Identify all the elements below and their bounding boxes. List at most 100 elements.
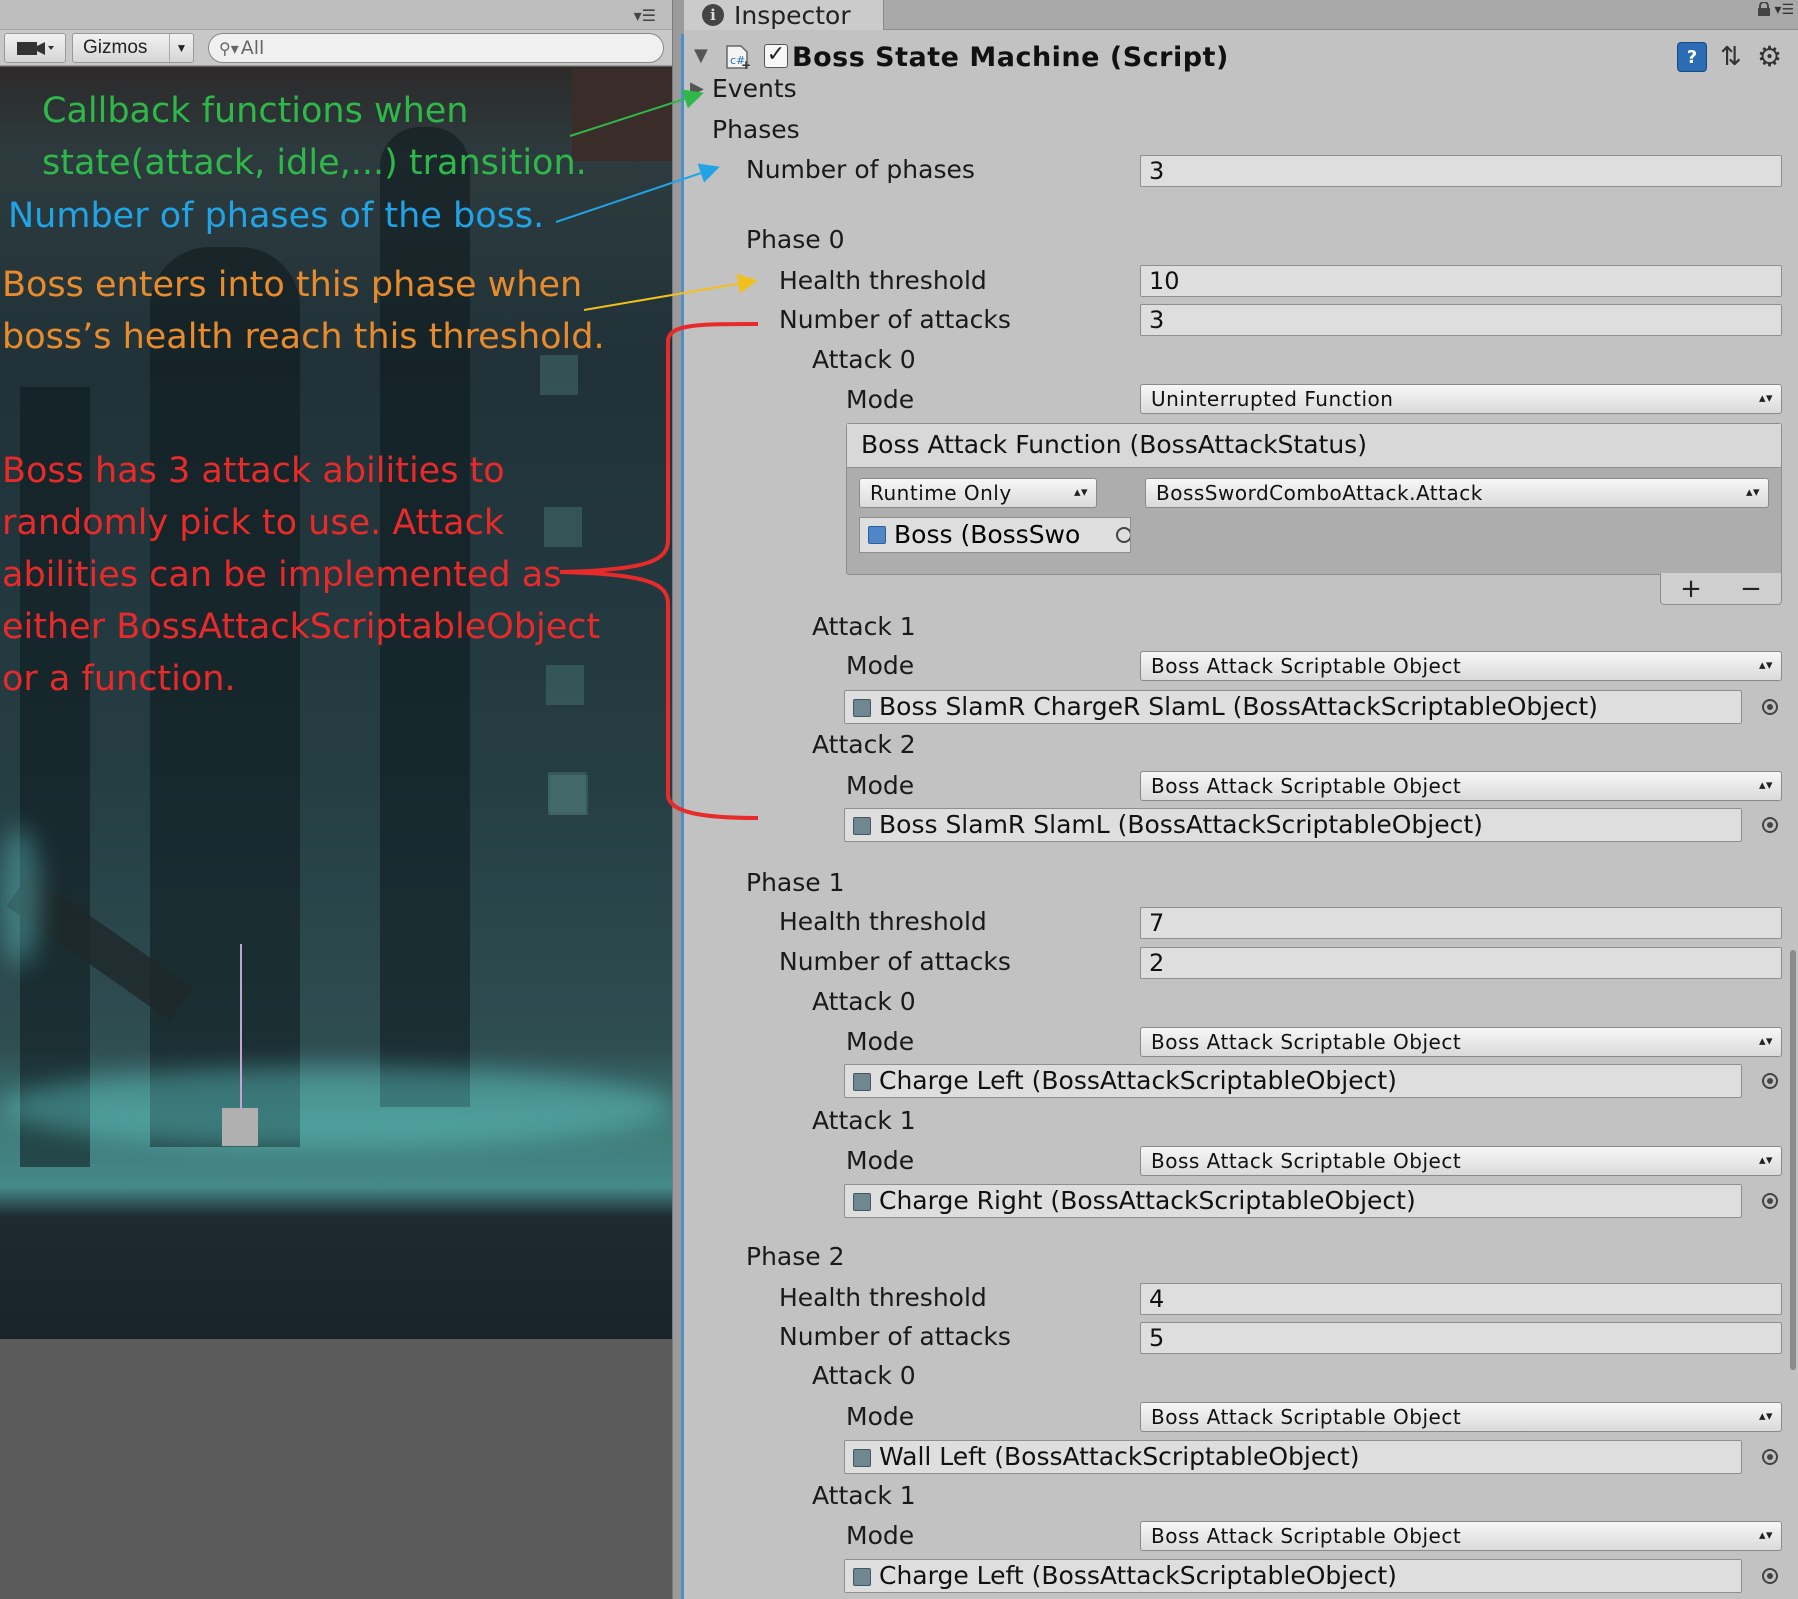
help-icon[interactable]: ? xyxy=(1677,42,1707,72)
events-foldout[interactable]: Events xyxy=(712,74,797,104)
attack-object-field[interactable]: Charge Right (BossAttackScriptableObject… xyxy=(844,1184,1742,1218)
attack-object-field[interactable]: Charge Left (BossAttackScriptableObject) xyxy=(844,1559,1742,1593)
updown-arrow-icon: ▴▾ xyxy=(1745,485,1760,500)
number-of-attacks-label: Number of attacks xyxy=(779,305,1011,334)
chevron-down-icon[interactable]: ▼ xyxy=(169,34,193,62)
mode-dropdown[interactable]: Boss Attack Scriptable Object ▴▾ xyxy=(1140,651,1782,681)
script-icon: c# + xyxy=(726,45,751,70)
mode-label: Mode xyxy=(846,1027,915,1056)
inspector-scrollbar[interactable] xyxy=(1790,950,1796,1370)
remove-listener-button[interactable]: − xyxy=(1740,574,1762,604)
mode-value: Boss Attack Scriptable Object xyxy=(1151,654,1462,678)
number-of-attacks-field[interactable]: 3 xyxy=(1140,304,1782,336)
mode-label: Mode xyxy=(846,385,915,414)
attack-0-label: Attack 0 xyxy=(812,987,916,1016)
component-title: Boss State Machine (Script) xyxy=(792,42,1229,73)
menu-icon[interactable]: ▾☰ xyxy=(1774,2,1794,18)
preset-icon[interactable]: ⇅ xyxy=(1720,42,1742,72)
health-threshold-field[interactable]: 4 xyxy=(1140,1283,1782,1315)
object-picker-icon[interactable] xyxy=(1762,1568,1778,1584)
health-threshold-label: Health threshold xyxy=(779,266,987,295)
tab-inspector[interactable]: i Inspector xyxy=(684,0,884,30)
inspector-tab-bar: i Inspector ▾☰ xyxy=(684,0,1798,30)
attack-object-field[interactable]: Wall Left (BossAttackScriptableObject) xyxy=(844,1440,1742,1474)
annotation-line: abilities can be implemented as xyxy=(2,555,562,595)
menu-icon[interactable]: ▾☰ xyxy=(634,6,656,25)
annotation-line: Boss has 3 attack abilities to xyxy=(2,451,505,491)
camera-button[interactable] xyxy=(4,33,66,63)
attack-object-field[interactable]: Boss SlamR SlamL (BossAttackScriptableOb… xyxy=(844,808,1742,842)
attack-object-value: Boss SlamR SlamL (BossAttackScriptableOb… xyxy=(879,810,1483,839)
updown-arrow-icon: ▴▾ xyxy=(1758,1409,1773,1424)
object-picker-icon[interactable] xyxy=(1116,527,1130,543)
health-threshold-field[interactable]: 10 xyxy=(1140,265,1782,297)
attack-1-label: Attack 1 xyxy=(812,1106,916,1135)
object-picker-icon[interactable] xyxy=(1762,1073,1778,1089)
unity-event-box: Boss Attack Function (BossAttackStatus) … xyxy=(846,423,1782,575)
attack-object-value: Charge Right (BossAttackScriptableObject… xyxy=(879,1186,1416,1215)
annotation-line: state(attack, idle,...) transition. xyxy=(42,143,587,183)
mode-dropdown[interactable]: Boss Attack Scriptable Object ▴▾ xyxy=(1140,1146,1782,1176)
fold-right-icon[interactable]: ▶ xyxy=(690,78,704,99)
health-threshold-label: Health threshold xyxy=(779,907,987,936)
mode-label: Mode xyxy=(846,1402,915,1431)
scene-tab-strip: ▾☰ xyxy=(0,0,672,30)
add-listener-button[interactable]: + xyxy=(1680,574,1702,604)
component-header: ▼ c# + ✓ Boss State Machine (Script) ? ⇅… xyxy=(684,31,1798,83)
gizmo-handle[interactable] xyxy=(222,1108,258,1146)
phase-2-label: Phase 2 xyxy=(746,1242,845,1271)
attack-object-value: Charge Left (BossAttackScriptableObject) xyxy=(879,1066,1397,1095)
scriptable-object-icon xyxy=(853,1193,871,1211)
attack-object-field[interactable]: Boss SlamR ChargeR SlamL (BossAttackScri… xyxy=(844,690,1742,724)
annotation-line: Callback functions when xyxy=(42,91,469,131)
gizmos-button[interactable]: Gizmos ▼ xyxy=(72,33,194,63)
updown-arrow-icon: ▴▾ xyxy=(1758,391,1773,406)
phase-0-label: Phase 0 xyxy=(746,225,845,254)
object-picker-icon[interactable] xyxy=(1762,1193,1778,1209)
annotation-phases: Number of phases of the boss. xyxy=(8,196,545,236)
brick-tile xyxy=(572,69,672,161)
number-of-attacks-field[interactable]: 2 xyxy=(1140,947,1782,979)
mode-label: Mode xyxy=(846,1146,915,1175)
gear-icon[interactable]: ⚙ xyxy=(1757,40,1782,73)
runtime-dropdown[interactable]: Runtime Only ▴▾ xyxy=(859,478,1097,508)
object-picker-icon[interactable] xyxy=(1762,817,1778,833)
panel-splitter[interactable] xyxy=(672,0,684,1599)
object-picker-icon[interactable] xyxy=(1762,1449,1778,1465)
mode-value: Boss Attack Scriptable Object xyxy=(1151,1524,1462,1548)
annotation-threshold: Boss enters into this phase when boss’s … xyxy=(2,259,605,363)
number-of-attacks-field[interactable]: 5 xyxy=(1140,1322,1782,1354)
mode-value: Boss Attack Scriptable Object xyxy=(1151,774,1462,798)
scene-search-input[interactable]: ⚲▾ All xyxy=(208,33,664,63)
annotation-line: Boss enters into this phase when xyxy=(2,265,583,305)
component-enabled-checkbox[interactable]: ✓ xyxy=(764,44,788,68)
attack-object-value: Charge Left (BossAttackScriptableObject) xyxy=(879,1561,1397,1590)
mode-dropdown[interactable]: Boss Attack Scriptable Object ▴▾ xyxy=(1140,1027,1782,1057)
scriptable-object-icon xyxy=(853,1568,871,1586)
light-glow xyxy=(0,827,40,967)
number-of-phases-field[interactable]: 3 xyxy=(1140,155,1782,187)
mode-dropdown[interactable]: Boss Attack Scriptable Object ▴▾ xyxy=(1140,1521,1782,1551)
method-dropdown[interactable]: BossSwordComboAttack.Attack ▴▾ xyxy=(1145,478,1769,508)
attack-object-field[interactable]: Charge Left (BossAttackScriptableObject) xyxy=(844,1064,1742,1098)
scene-empty-area xyxy=(0,1339,672,1599)
fold-down-icon[interactable]: ▼ xyxy=(694,45,708,66)
mode-dropdown[interactable]: Uninterrupted Function ▴▾ xyxy=(1140,384,1782,414)
object-picker-icon[interactable] xyxy=(1762,699,1778,715)
mode-value: Boss Attack Scriptable Object xyxy=(1151,1030,1462,1054)
search-icon: ⚲▾ xyxy=(219,38,239,58)
updown-arrow-icon: ▴▾ xyxy=(1758,658,1773,673)
health-threshold-field[interactable]: 7 xyxy=(1140,907,1782,939)
mode-dropdown[interactable]: Boss Attack Scriptable Object ▴▾ xyxy=(1140,1402,1782,1432)
updown-arrow-icon: ▴▾ xyxy=(1758,1034,1773,1049)
attack-object-value: Boss SlamR ChargeR SlamL (BossAttackScri… xyxy=(879,692,1598,721)
event-target-field[interactable]: Boss (BossSwo xyxy=(859,517,1131,553)
svg-text:+: + xyxy=(741,58,751,70)
light-glow xyxy=(0,1067,672,1147)
mode-dropdown[interactable]: Boss Attack Scriptable Object ▴▾ xyxy=(1140,771,1782,801)
scene-view[interactable]: ▾☰ Gizmos ▼ ⚲▾ All Callback functions wh… xyxy=(0,0,672,1599)
lock-icon[interactable] xyxy=(1756,2,1772,16)
scriptable-object-icon xyxy=(853,699,871,717)
mode-label: Mode xyxy=(846,651,915,680)
mode-label: Mode xyxy=(846,771,915,800)
